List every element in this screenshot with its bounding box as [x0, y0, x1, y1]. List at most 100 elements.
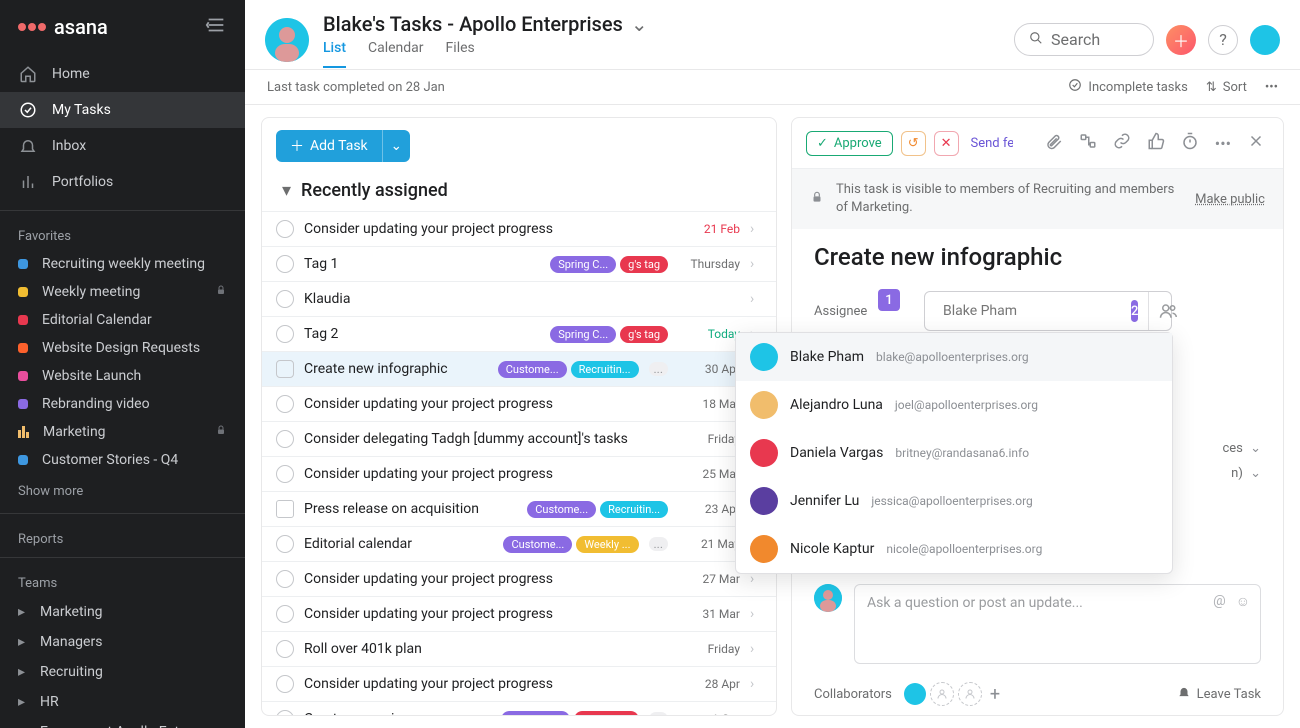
complete-checkbox[interactable]	[276, 430, 294, 448]
sidebar-favorite[interactable]: Recruiting weekly meeting	[0, 250, 245, 278]
task-row[interactable]: Consider updating your project progress …	[262, 561, 776, 596]
field-value-truncated[interactable]: ces ⌄	[1222, 441, 1261, 456]
assignee-option[interactable]: Blake Pham blake@apolloenterprises.org	[736, 333, 1172, 381]
complete-checkbox[interactable]	[276, 675, 294, 693]
approve-button[interactable]: ✓Approve	[806, 131, 893, 156]
request-changes-button[interactable]: ↺	[901, 131, 926, 156]
complete-checkbox[interactable]	[276, 360, 294, 378]
more-actions-button[interactable]: •••	[1265, 80, 1278, 95]
comment-input[interactable]: Ask a question or post an update... @ ☺	[854, 584, 1261, 664]
more-tags-pill[interactable]: ...	[649, 537, 669, 551]
assignee-option[interactable]: Nicole Kaptur nicole@apolloenterprises.o…	[736, 525, 1172, 573]
field-value-truncated[interactable]: n) ⌄	[1231, 466, 1261, 481]
assign-people-button[interactable]	[1148, 292, 1177, 330]
tag-pill[interactable]: Spring C...	[550, 326, 616, 343]
nav-portfolios[interactable]: Portfolios	[0, 164, 245, 200]
complete-checkbox[interactable]	[276, 465, 294, 483]
add-collaborator-button[interactable]: +	[986, 684, 1004, 705]
more-actions-button[interactable]: •••	[1211, 130, 1235, 157]
nav-home[interactable]: Home	[0, 56, 245, 92]
section-heading[interactable]: ▾ Recently assigned	[262, 174, 776, 211]
tag-pill[interactable]: Custome...	[498, 361, 567, 378]
reports-heading[interactable]: Reports	[0, 518, 245, 553]
sidebar-team[interactable]: ▸HR	[0, 687, 245, 717]
task-row[interactable]: Create campaign Custome...Editorial.....…	[262, 701, 776, 715]
send-feedback-link[interactable]: Send feedback	[971, 136, 1013, 151]
complete-checkbox[interactable]	[276, 605, 294, 623]
task-row[interactable]: Tag 2 Spring C...g's tag Today ›	[262, 316, 776, 351]
close-detail-button[interactable]	[1243, 128, 1269, 158]
leave-task-button[interactable]: Leave Task	[1177, 685, 1261, 703]
task-row[interactable]: Roll over 401k plan Friday ›	[262, 631, 776, 666]
tag-pill[interactable]: Recruitin...	[600, 501, 668, 518]
task-row[interactable]: Consider updating your project progress …	[262, 596, 776, 631]
sidebar-favorite[interactable]: Rebranding video	[0, 390, 245, 418]
task-row[interactable]: Consider updating your project progress …	[262, 666, 776, 701]
sort-button[interactable]: ⇅ Sort	[1206, 80, 1247, 95]
nav-inbox[interactable]: Inbox	[0, 128, 245, 164]
complete-checkbox[interactable]	[276, 640, 294, 658]
copy-link-button[interactable]	[1109, 128, 1135, 158]
search-input[interactable]: Search	[1014, 23, 1154, 56]
like-button[interactable]	[1143, 128, 1169, 158]
collapse-sidebar-icon[interactable]	[205, 14, 227, 40]
tab-list[interactable]: List	[323, 40, 346, 68]
collaborator-placeholder[interactable]	[958, 682, 982, 706]
task-row[interactable]: Consider delegating Tadgh [dummy account…	[262, 421, 776, 456]
make-public-link[interactable]: Make public	[1195, 192, 1265, 207]
tag-pill[interactable]: Editorial...	[574, 711, 639, 716]
sidebar-team[interactable]: ▸Recruiting	[0, 657, 245, 687]
complete-checkbox[interactable]	[276, 710, 294, 715]
tag-pill[interactable]: g's tag	[620, 256, 668, 273]
sidebar-favorite[interactable]: Website Design Requests	[0, 334, 245, 362]
reject-button[interactable]: ✕	[934, 131, 959, 156]
assignee-option[interactable]: Alejandro Luna joel@apolloenterprises.or…	[736, 381, 1172, 429]
tag-pill[interactable]: Weekly ...	[576, 536, 638, 553]
help-button[interactable]: ?	[1208, 25, 1238, 55]
sidebar-favorite[interactable]: Customer Stories - Q4	[0, 446, 245, 474]
task-title[interactable]: Create new infographic	[814, 243, 1261, 271]
global-add-button[interactable]: ＋	[1166, 25, 1196, 55]
more-tags-pill[interactable]: ...	[649, 712, 669, 715]
filter-incomplete[interactable]: Incomplete tasks	[1068, 78, 1187, 96]
task-row[interactable]: Tag 1 Spring C...g's tag Thursday ›	[262, 246, 776, 281]
assignee-option[interactable]: Daniela Vargas britney@randasana6.info	[736, 429, 1172, 477]
complete-checkbox[interactable]	[276, 535, 294, 553]
task-row[interactable]: Klaudia ›	[262, 281, 776, 316]
complete-checkbox[interactable]	[276, 325, 294, 343]
attachment-button[interactable]	[1041, 128, 1067, 158]
harvest-timer-button[interactable]	[1177, 128, 1203, 158]
complete-checkbox[interactable]	[276, 220, 294, 238]
complete-checkbox[interactable]	[276, 570, 294, 588]
tag-pill[interactable]: Custome...	[503, 536, 572, 553]
tag-pill[interactable]: Recruitin...	[571, 361, 639, 378]
me-avatar[interactable]	[1250, 25, 1280, 55]
sidebar-favorite[interactable]: Website Launch	[0, 362, 245, 390]
tab-files[interactable]: Files	[446, 40, 475, 68]
task-row[interactable]: Editorial calendar Custome...Weekly ....…	[262, 526, 776, 561]
sidebar-favorite[interactable]: Marketing	[0, 418, 245, 446]
sidebar-favorite[interactable]: Editorial Calendar	[0, 306, 245, 334]
complete-checkbox[interactable]	[276, 395, 294, 413]
task-row[interactable]: Press release on acquisition Custome...R…	[262, 491, 776, 526]
sidebar-team[interactable]: ▸Managers	[0, 627, 245, 657]
tag-pill[interactable]: g's tag	[620, 326, 668, 343]
add-task-dropdown[interactable]: ⌄	[382, 130, 410, 162]
sidebar-favorite[interactable]: Weekly meeting	[0, 278, 245, 306]
complete-checkbox[interactable]	[276, 500, 294, 518]
sidebar-team[interactable]: ▸Everyone at Apollo Enter...	[0, 717, 245, 728]
asana-logo[interactable]: asana	[18, 15, 108, 39]
page-title-row[interactable]: Blake's Tasks - Apollo Enterprises ⌄	[323, 12, 648, 36]
complete-checkbox[interactable]	[276, 255, 294, 273]
emoji-icon[interactable]: ☺	[1236, 593, 1250, 610]
task-row[interactable]: Consider updating your project progress …	[262, 386, 776, 421]
tag-pill[interactable]: Custome...	[501, 711, 570, 716]
mention-icon[interactable]: @	[1213, 593, 1226, 610]
assignee-option[interactable]: Jennifer Lu jessica@apolloenterprises.or…	[736, 477, 1172, 525]
complete-checkbox[interactable]	[276, 290, 294, 308]
more-tags-pill[interactable]: ...	[649, 362, 669, 376]
sidebar-team[interactable]: ▸Marketing	[0, 597, 245, 627]
tab-calendar[interactable]: Calendar	[368, 40, 424, 68]
show-more-favorites[interactable]: Show more	[0, 474, 245, 509]
assignee-input[interactable]	[943, 303, 1121, 319]
